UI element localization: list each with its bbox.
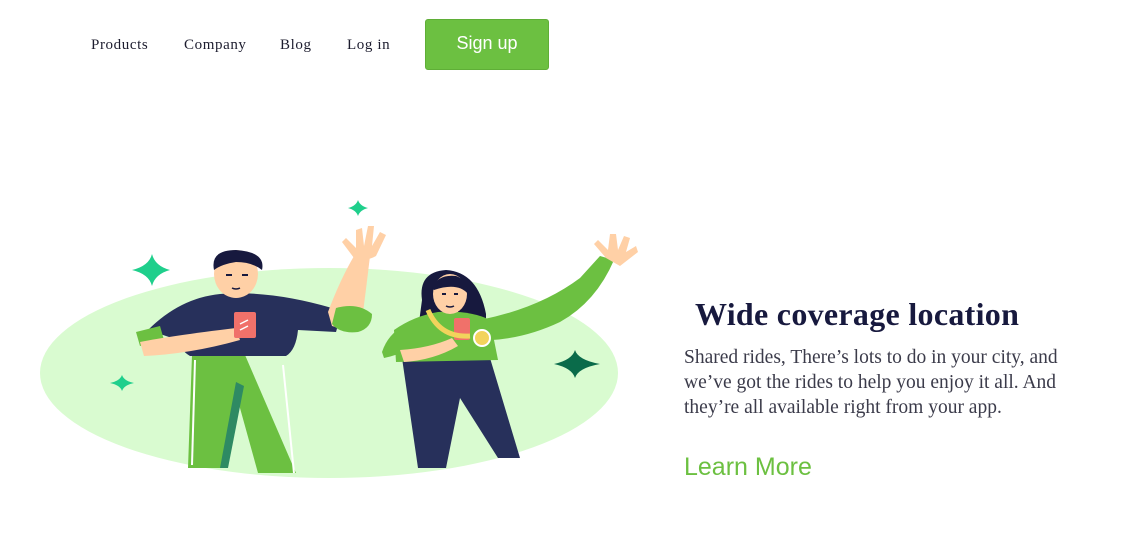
nav-products-link[interactable]: Products bbox=[91, 37, 148, 54]
feature-description: Shared rides, There’s lots to do in your… bbox=[684, 347, 1058, 418]
nav-blog-link[interactable]: Blog bbox=[280, 37, 312, 54]
sparkle-icon bbox=[132, 254, 170, 286]
nav-company-link[interactable]: Company bbox=[184, 37, 247, 54]
top-navigation: Products Company Blog Log in Sign up bbox=[0, 0, 1137, 90]
feature-title: Wide coverage location bbox=[695, 296, 1020, 332]
sparkle-icon bbox=[348, 200, 368, 216]
background-blob bbox=[40, 268, 618, 478]
sign-up-button[interactable]: Sign up bbox=[425, 19, 549, 70]
nav-login-link[interactable]: Log in bbox=[347, 37, 390, 54]
friends-waving-illustration bbox=[40, 200, 638, 478]
learn-more-link[interactable]: Learn More bbox=[684, 453, 812, 482]
